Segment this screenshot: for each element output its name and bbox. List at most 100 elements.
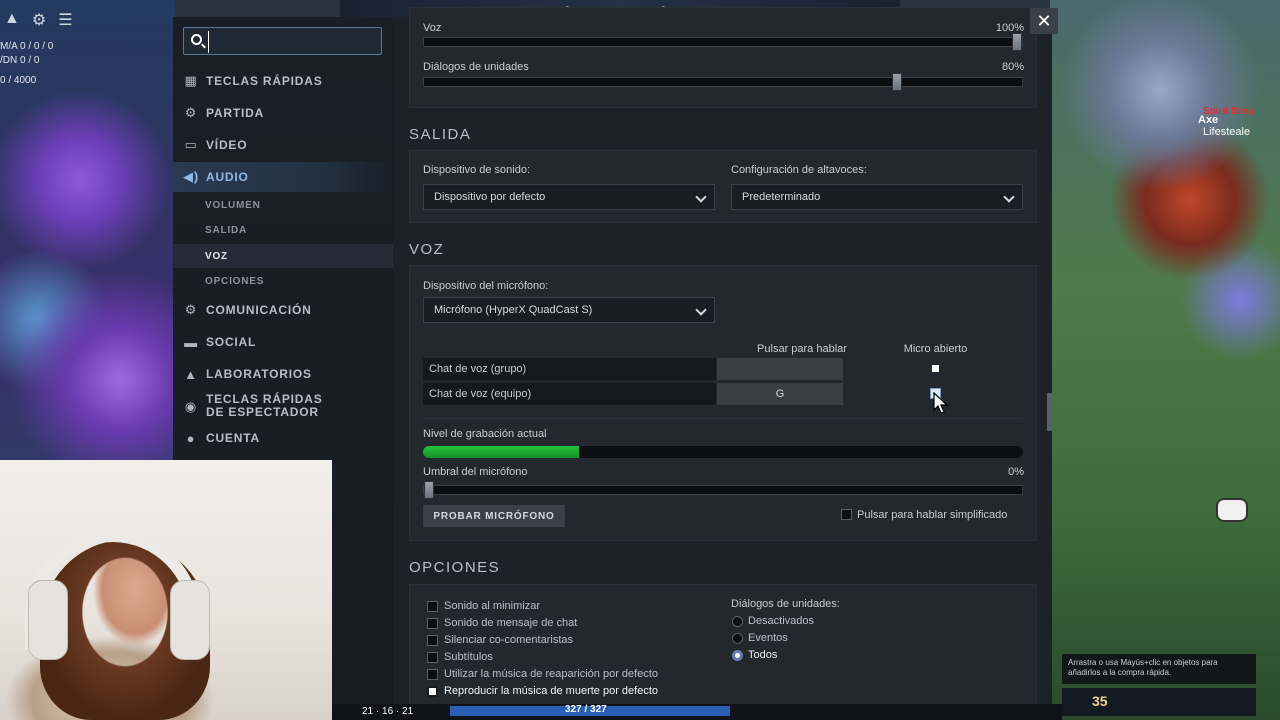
- option-label: Subtítulos: [444, 651, 493, 663]
- gear-icon: ⚙: [184, 302, 198, 317]
- party-ptt-key[interactable]: [717, 358, 843, 380]
- nav-label: CUENTA: [206, 431, 260, 445]
- sub-item-volume[interactable]: VOLUMEN: [173, 193, 393, 217]
- speakers-config-value: Predeterminado: [742, 191, 821, 203]
- sub-item-voice[interactable]: VOZ: [173, 244, 393, 268]
- radio-label: Todos: [748, 649, 778, 661]
- radio-label: Desactivados: [748, 615, 815, 627]
- unit-dialogs-volume-value: 80%: [1001, 61, 1024, 73]
- headset-earcup-left: [28, 580, 68, 660]
- stats-icon[interactable]: ▲: [4, 10, 20, 30]
- nav-label: COMUNICACIÓN: [206, 303, 312, 317]
- open-mic-column-header: Micro abierto: [903, 343, 968, 355]
- mouse-cursor-icon: [933, 392, 949, 414]
- chat-wheel-icon[interactable]: [1216, 498, 1248, 522]
- voice-row-party: Chat de voz (grupo): [423, 358, 716, 380]
- health-text: 327 / 327: [565, 704, 607, 715]
- unit-dialogs-volume-slider[interactable]: [423, 77, 1023, 87]
- kda-line-2: /DN 0 / 0: [0, 55, 40, 66]
- quickbuy-hint: Arrastra o usa Mayús+clic en objetos par…: [1062, 654, 1256, 684]
- bottom-stats: 21 · 16 · 21: [362, 706, 414, 717]
- kda-panel: M/A 0 / 0 / 0 /DN 0 / 0 0 / 4000: [0, 40, 53, 88]
- party-open-mic-checkbox[interactable]: [930, 363, 941, 374]
- nav-item-labs[interactable]: ▲ LABORATORIOS: [173, 359, 393, 389]
- search-input[interactable]: [208, 31, 376, 53]
- sub-item-options[interactable]: OPCIONES: [173, 269, 393, 293]
- mic-threshold-handle[interactable]: [424, 481, 434, 499]
- voice-volume-handle[interactable]: [1012, 33, 1022, 51]
- unit-dialogs-volume-label: Diálogos de unidades: [423, 61, 529, 73]
- user-icon: ●: [186, 430, 196, 446]
- option-checkbox-subtitles[interactable]: [427, 652, 438, 663]
- nav-label: TECLAS RÁPIDAS DE ESPECTADOR: [206, 392, 323, 419]
- mic-threshold-value: 0%: [1008, 466, 1024, 478]
- nav-item-account[interactable]: ● CUENTA: [173, 423, 393, 453]
- mic-device-label: Dispositivo del micrófono:: [423, 280, 549, 292]
- team-ptt-key[interactable]: G: [717, 383, 843, 405]
- nav-item-social[interactable]: ▬ SOCIAL: [173, 327, 393, 357]
- unit-dialogs-label: Diálogos de unidades:: [731, 598, 840, 610]
- mic-device-dropdown[interactable]: Micrófono (HyperX QuadCast S): [423, 297, 715, 323]
- output-card: Dispositivo de sonido: Dispositivo por d…: [409, 150, 1037, 223]
- option-checkbox-mute-cocasters[interactable]: [427, 635, 438, 646]
- voice-volume-slider[interactable]: [423, 37, 1023, 47]
- menu-icon[interactable]: ☰: [58, 10, 72, 30]
- nav-label: PARTIDA: [206, 106, 265, 120]
- nav-item-video[interactable]: ▭ VÍDEO: [173, 130, 393, 160]
- top-left-icons: ▲ ⚙ ☰: [0, 10, 73, 30]
- voice-section-title: VOZ: [409, 241, 445, 258]
- chat-icon: ▬: [184, 334, 198, 350]
- search-box[interactable]: [183, 27, 382, 55]
- option-checkbox-respawn-music[interactable]: [427, 669, 438, 680]
- sound-device-label: Dispositivo de sonido:: [423, 164, 531, 176]
- mic-threshold-slider[interactable]: [423, 485, 1023, 495]
- chevron-down-icon: [1003, 191, 1015, 203]
- options-section-title: OPCIONES: [409, 559, 501, 576]
- speakers-config-label: Configuración de altavoces:: [731, 164, 867, 176]
- webcam-feed: [0, 460, 332, 720]
- hero-label-3: Lifesteale: [1203, 126, 1251, 138]
- voice-row-team: Chat de voz (equipo): [423, 383, 716, 405]
- settings-content: Voz 100% Diálogos de unidades 80% SALIDA…: [393, 7, 1052, 720]
- options-card: Sonido al minimizar Sonido de mensaje de…: [409, 584, 1037, 720]
- gear-icon[interactable]: ⚙: [32, 10, 46, 30]
- recording-level-fill: [423, 446, 579, 458]
- recording-level-bar: [423, 446, 1023, 458]
- headset-earcup-right: [170, 580, 210, 660]
- settings-scrollbar[interactable]: [1047, 393, 1052, 431]
- radio-dialogs-events[interactable]: [732, 633, 743, 644]
- divider: [423, 418, 1023, 419]
- nav-label: AUDIO: [206, 170, 249, 184]
- mic-threshold-label: Umbral del micrófono: [423, 466, 528, 478]
- test-mic-button[interactable]: PROBAR MICRÓFONO: [423, 505, 565, 527]
- kda-line-1: M/A 0 / 0 / 0: [0, 41, 54, 52]
- nav-item-hotkeys[interactable]: ▦ TECLAS RÁPIDAS: [173, 66, 393, 96]
- speaker-icon: ◀): [183, 169, 199, 184]
- option-label: Sonido de mensaje de chat: [444, 617, 578, 629]
- nav-item-game[interactable]: ⚙ PARTIDA: [173, 98, 393, 128]
- close-button[interactable]: ✕: [1030, 8, 1058, 34]
- radio-dialogs-off[interactable]: [732, 616, 743, 627]
- sound-device-dropdown[interactable]: Dispositivo por defecto: [423, 184, 715, 210]
- nav-item-audio[interactable]: ◀) AUDIO: [173, 162, 393, 192]
- option-checkbox-chat-sound[interactable]: [427, 618, 438, 629]
- flask-icon: ▲: [184, 366, 198, 382]
- unit-dialogs-volume-handle[interactable]: [892, 73, 902, 91]
- option-checkbox-minimize[interactable]: [427, 601, 438, 612]
- nav-label: TECLAS RÁPIDAS: [206, 74, 323, 88]
- radio-label: Eventos: [748, 632, 788, 644]
- volume-card: Voz 100% Diálogos de unidades 80%: [409, 7, 1037, 108]
- simple-ptt-label: Pulsar para hablar simplificado: [857, 509, 1008, 521]
- recording-level-label: Nivel de grabación actual: [423, 428, 547, 440]
- radio-dialogs-all[interactable]: [732, 650, 743, 661]
- gold-amount: 35: [1092, 693, 1108, 709]
- monitor-icon: ▭: [184, 137, 198, 152]
- sub-item-output[interactable]: SALIDA: [173, 218, 393, 242]
- option-label: Silenciar co-comentaristas: [444, 634, 573, 646]
- speakers-config-dropdown[interactable]: Predeterminado: [731, 184, 1023, 210]
- nav-item-spectator-hotkeys[interactable]: ◉ TECLAS RÁPIDAS DE ESPECTADOR: [173, 389, 393, 423]
- output-section-title: SALIDA: [409, 126, 472, 143]
- simple-ptt-checkbox[interactable]: [841, 509, 852, 520]
- option-checkbox-death-music[interactable]: [427, 686, 438, 697]
- nav-item-communication[interactable]: ⚙ COMUNICACIÓN: [173, 295, 393, 325]
